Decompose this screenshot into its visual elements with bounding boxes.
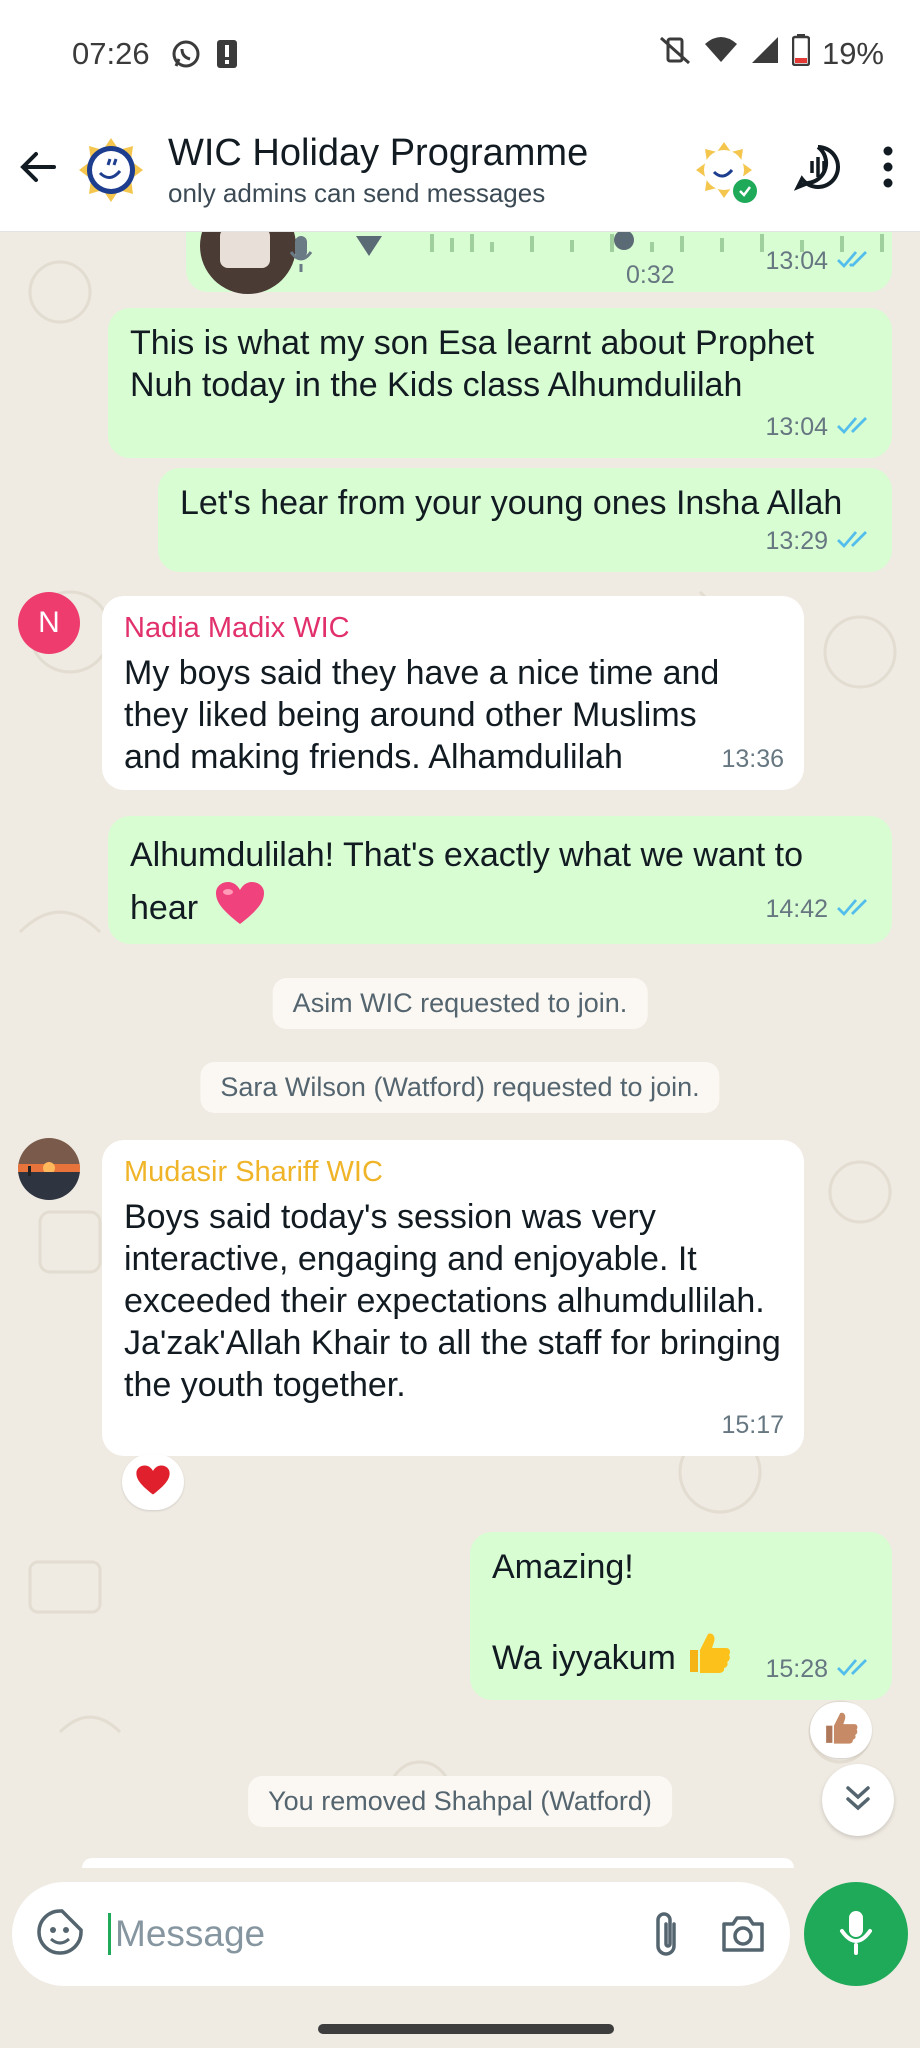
- read-receipt-icon: [836, 240, 872, 282]
- system-message: Asim WIC requested to join.: [272, 978, 648, 1029]
- camera-button[interactable]: [720, 1914, 766, 1954]
- avatar[interactable]: [18, 1138, 80, 1200]
- status-time: 07:26: [72, 36, 150, 71]
- chat-header: WIC Holiday Programme only admins can se…: [0, 108, 920, 232]
- message-time: 13:04: [765, 247, 828, 275]
- sender-name[interactable]: Mudasir Shariff WIC: [124, 1154, 784, 1190]
- message-time: 13:04: [765, 413, 828, 441]
- red-heart-icon: [135, 1464, 171, 1501]
- back-arrow-icon: [18, 147, 58, 192]
- outgoing-message[interactable]: Alhumdulilah! That's exactly what we wan…: [108, 816, 892, 944]
- composer-bar: Message: [0, 1868, 920, 2000]
- heart-emoji: [214, 880, 266, 940]
- avatar[interactable]: N: [18, 592, 80, 654]
- read-receipt-icon: [836, 884, 872, 934]
- reaction-badge[interactable]: [810, 1702, 872, 1758]
- wifi-icon: [704, 36, 738, 72]
- group-avatar[interactable]: [76, 134, 146, 205]
- signal-icon: [750, 35, 780, 73]
- check-icon: [730, 175, 760, 206]
- message-text-line2: Wa iyyakum: [492, 1639, 676, 1677]
- message-input-container: Message: [12, 1882, 791, 1986]
- voice-note-duration: 0:32: [626, 261, 675, 289]
- outgoing-message[interactable]: This is what my son Esa learnt about Pro…: [108, 308, 892, 458]
- message-input[interactable]: Message: [108, 1913, 614, 1955]
- avatar-letter: N: [38, 606, 60, 639]
- outgoing-message[interactable]: Amazing! Wa iyyakum 15:28: [470, 1532, 892, 1700]
- system-message: You removed Shahpal (Watford): [248, 1776, 672, 1827]
- reaction-badge[interactable]: [122, 1454, 184, 1510]
- voice-note-message[interactable]: 0:32 13:04: [186, 232, 892, 294]
- outgoing-message[interactable]: Let's hear from your young ones Insha Al…: [158, 468, 892, 572]
- message-list[interactable]: 0:32 13:04 This is what my son Esa learn…: [0, 232, 920, 1868]
- voice-note-sender-photo: [200, 232, 296, 294]
- whatsapp-notification-icon: [170, 38, 202, 70]
- group-subtitle: only admins can send messages: [168, 177, 546, 208]
- message-text: My boys said they have a nice time and t…: [124, 654, 720, 776]
- voice-chat-button[interactable]: [793, 143, 842, 196]
- mic-icon: [288, 234, 314, 284]
- message-time: 15:17: [721, 1411, 784, 1439]
- attach-button[interactable]: [650, 1910, 684, 1958]
- message-time: 14:42: [765, 895, 828, 923]
- read-receipt-icon: [836, 406, 872, 448]
- battery-percentage: 19%: [821, 36, 884, 71]
- microphone-icon: [838, 1909, 874, 1960]
- sender-name[interactable]: Nadia Madix WIC: [124, 610, 784, 646]
- status-bar: 07:26 19%: [0, 0, 920, 108]
- play-button[interactable]: [352, 232, 386, 270]
- message-text-line1: Amazing!: [492, 1548, 634, 1586]
- chat-title-block[interactable]: WIC Holiday Programme only admins can se…: [168, 130, 588, 210]
- alert-notification-icon: [216, 39, 238, 69]
- incoming-message[interactable]: Mudasir Shariff WIC Boys said today's se…: [102, 1140, 804, 1456]
- message-time: 13:36: [721, 745, 784, 773]
- read-receipt-icon: [836, 1648, 872, 1690]
- message-text: This is what my son Esa learnt about Pro…: [130, 324, 815, 404]
- double-chevron-down-icon: [843, 1783, 873, 1818]
- community-avatar-button[interactable]: [694, 140, 760, 206]
- thumbs-up-emoji: [686, 1630, 732, 1686]
- next-message-peek: [82, 1858, 794, 1868]
- message-text: Boys said today's session was very inter…: [124, 1198, 781, 1404]
- message-time: 15:28: [765, 1655, 828, 1683]
- thumbs-up-reaction-icon: [823, 1710, 859, 1751]
- more-options-button[interactable]: [882, 145, 894, 194]
- read-receipt-icon: [836, 520, 872, 562]
- incoming-message[interactable]: Nadia Madix WIC My boys said they have a…: [102, 596, 804, 790]
- system-message: Sara Wilson (Watford) requested to join.: [200, 1062, 720, 1113]
- home-gesture-handle[interactable]: [318, 2024, 614, 2034]
- vibrate-off-icon: [658, 35, 692, 73]
- message-text: Let's hear from your young ones Insha Al…: [180, 484, 843, 522]
- back-button[interactable]: [0, 108, 76, 231]
- battery-icon: [791, 34, 811, 74]
- message-time: 13:29: [765, 527, 828, 555]
- scroll-to-bottom-button[interactable]: [822, 1764, 894, 1836]
- voice-record-button[interactable]: [804, 1882, 908, 1986]
- group-title: WIC Holiday Programme: [168, 131, 589, 174]
- sticker-button[interactable]: [36, 1908, 84, 1961]
